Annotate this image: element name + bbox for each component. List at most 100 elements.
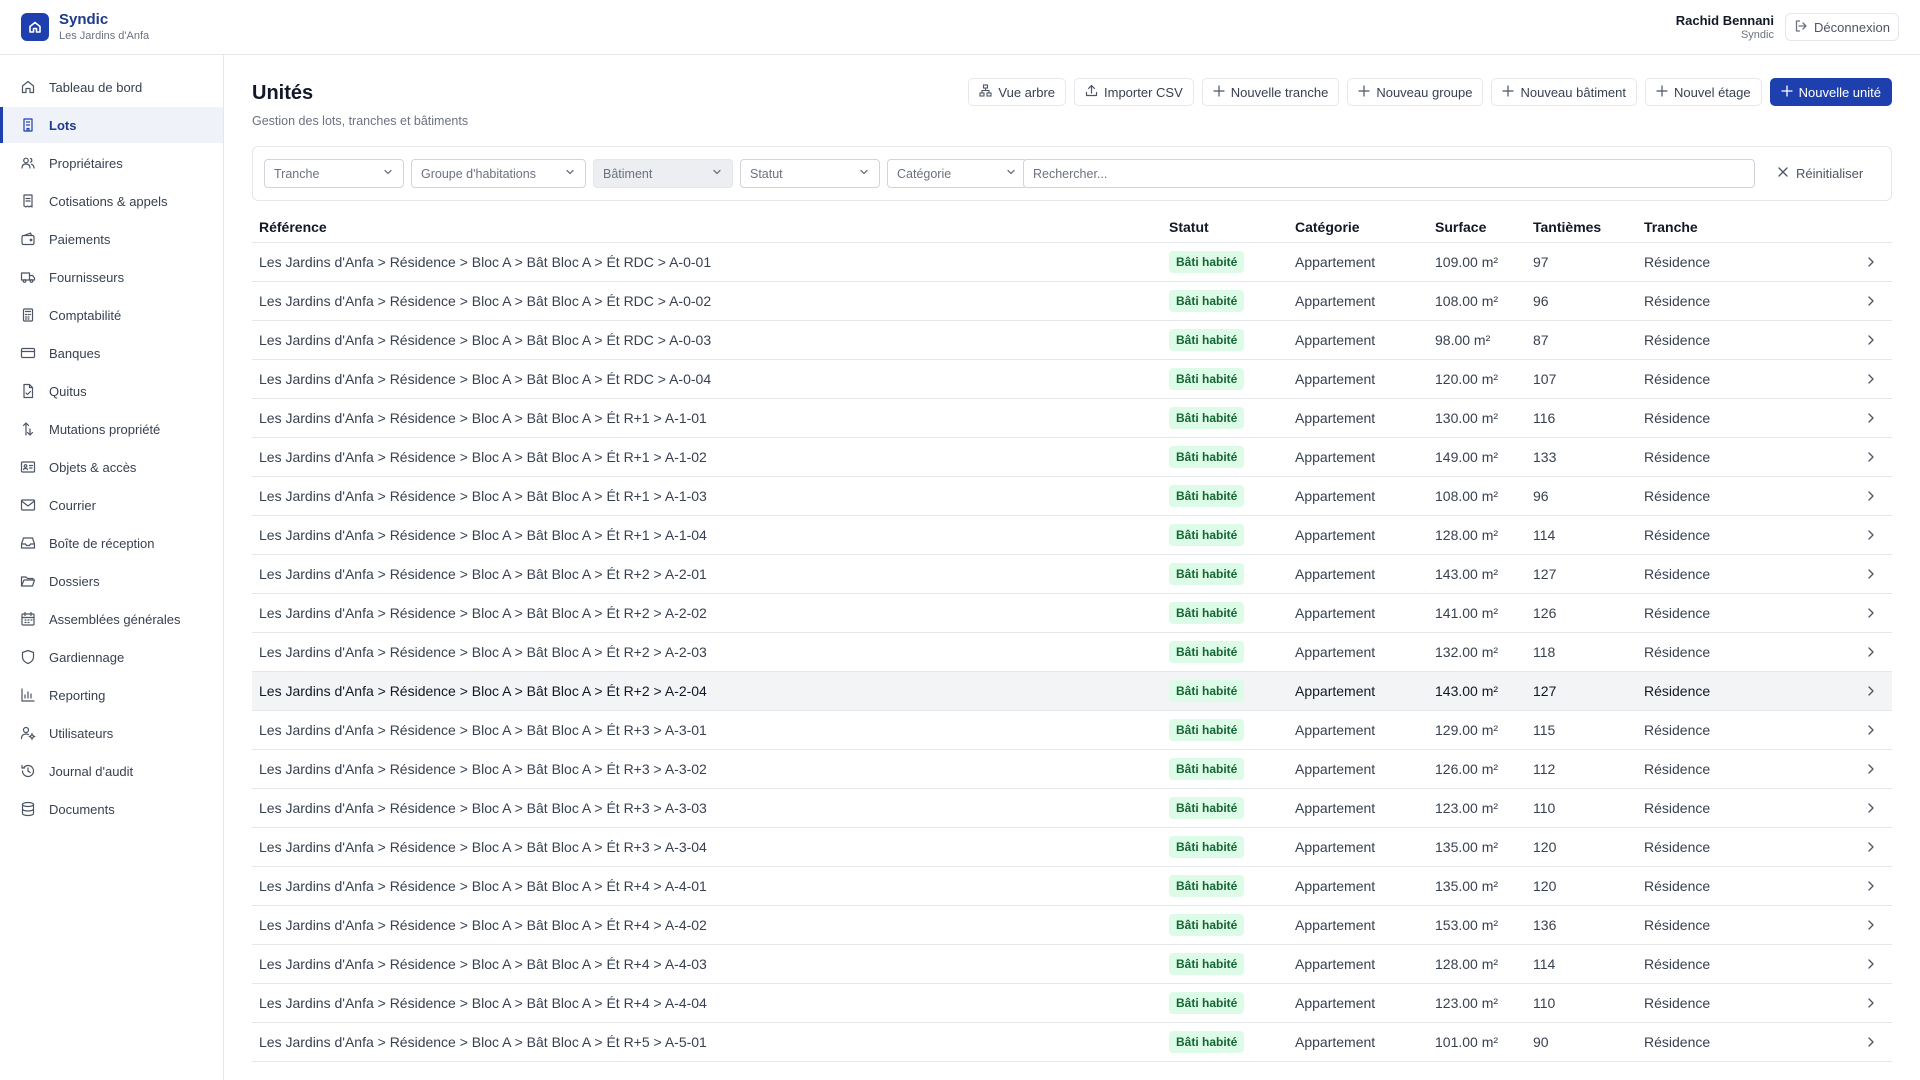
chevron-right-icon[interactable] — [1864, 1023, 1878, 1061]
chevron-right-icon[interactable] — [1864, 399, 1878, 437]
chevron-right-icon[interactable] — [1864, 282, 1878, 320]
status-badge: Bâti habité — [1169, 641, 1245, 663]
new-tranche-button[interactable]: Nouvelle tranche — [1201, 78, 1340, 106]
cell-surface: 128.00 m² — [1435, 956, 1499, 972]
sidebar-item-13[interactable]: Dossiers — [0, 563, 223, 599]
receipt-icon — [20, 193, 36, 209]
chevron-right-icon[interactable] — [1864, 438, 1878, 476]
sidebar-item-2[interactable]: Propriétaires — [0, 145, 223, 181]
logout-button[interactable]: Déconnexion — [1785, 13, 1899, 41]
sidebar-item-19[interactable]: Documents — [0, 791, 223, 827]
header-status[interactable]: Statut — [1169, 212, 1209, 242]
table-row[interactable]: Les Jardins d'Anfa > Résidence > Bloc A … — [252, 477, 1892, 516]
table-row[interactable]: Les Jardins d'Anfa > Résidence > Bloc A … — [252, 789, 1892, 828]
table-row[interactable]: Les Jardins d'Anfa > Résidence > Bloc A … — [252, 945, 1892, 984]
tree-view-button[interactable]: Vue arbre — [968, 78, 1067, 106]
chevron-right-icon[interactable] — [1864, 750, 1878, 788]
chevron-right-icon[interactable] — [1864, 594, 1878, 632]
building-select[interactable]: Bâtiment — [593, 159, 733, 188]
new-floor-button[interactable]: Nouvel étage — [1644, 78, 1762, 106]
reset-button[interactable]: Réinitialiser — [1767, 159, 1873, 188]
chevron-right-icon[interactable] — [1864, 555, 1878, 593]
table-row[interactable]: Les Jardins d'Anfa > Résidence > Bloc A … — [252, 828, 1892, 867]
sidebar-item-9[interactable]: Mutations propriété — [0, 411, 223, 447]
sidebar-item-8[interactable]: Quitus — [0, 373, 223, 409]
chevron-right-icon[interactable] — [1864, 243, 1878, 281]
chevron-right-icon[interactable] — [1864, 321, 1878, 359]
chevron-right-icon[interactable] — [1864, 477, 1878, 515]
status-badge: Bâti habité — [1169, 836, 1245, 858]
table-row[interactable]: Les Jardins d'Anfa > Résidence > Bloc A … — [252, 321, 1892, 360]
chevron-right-icon[interactable] — [1864, 633, 1878, 671]
header-surface[interactable]: Surface — [1435, 212, 1486, 242]
group-select[interactable]: Groupe d'habitations — [411, 159, 586, 188]
table-row[interactable]: Les Jardins d'Anfa > Résidence > Bloc A … — [252, 516, 1892, 555]
table-body: Les Jardins d'Anfa > Résidence > Bloc A … — [252, 243, 1892, 1062]
header-category[interactable]: Catégorie — [1295, 212, 1360, 242]
table-row[interactable]: Les Jardins d'Anfa > Résidence > Bloc A … — [252, 243, 1892, 282]
sidebar-item-label: Banques — [49, 345, 101, 361]
header-reference[interactable]: Référence — [259, 212, 327, 242]
sidebar-item-label: Comptabilité — [49, 307, 122, 323]
table-row[interactable]: Les Jardins d'Anfa > Résidence > Bloc A … — [252, 633, 1892, 672]
table-row[interactable]: Les Jardins d'Anfa > Résidence > Bloc A … — [252, 399, 1892, 438]
sidebar-item-5[interactable]: Fournisseurs — [0, 259, 223, 295]
table-row[interactable]: Les Jardins d'Anfa > Résidence > Bloc A … — [252, 1023, 1892, 1062]
table-row[interactable]: Les Jardins d'Anfa > Résidence > Bloc A … — [252, 750, 1892, 789]
sidebar-item-10[interactable]: Objets & accès — [0, 449, 223, 485]
table-row[interactable]: Les Jardins d'Anfa > Résidence > Bloc A … — [252, 555, 1892, 594]
chevron-right-icon[interactable] — [1864, 867, 1878, 905]
sidebar-item-18[interactable]: Journal d'audit — [0, 753, 223, 789]
sidebar-item-label: Dossiers — [49, 573, 100, 589]
sidebar-item-7[interactable]: Banques — [0, 335, 223, 371]
sidebar-item-12[interactable]: Boîte de réception — [0, 525, 223, 561]
table-row[interactable]: Les Jardins d'Anfa > Résidence > Bloc A … — [252, 672, 1892, 711]
file-check-icon — [20, 383, 36, 399]
new-building-button[interactable]: Nouveau bâtiment — [1491, 78, 1637, 106]
chevron-right-icon[interactable] — [1864, 360, 1878, 398]
chevron-right-icon[interactable] — [1864, 945, 1878, 983]
chevron-right-icon[interactable] — [1864, 672, 1878, 710]
sidebar-item-16[interactable]: Reporting — [0, 677, 223, 713]
building-select-label: Bâtiment — [603, 166, 653, 181]
tranche-select[interactable]: Tranche — [264, 159, 404, 188]
table-row[interactable]: Les Jardins d'Anfa > Résidence > Bloc A … — [252, 438, 1892, 477]
table-row[interactable]: Les Jardins d'Anfa > Résidence > Bloc A … — [252, 867, 1892, 906]
sidebar-item-1[interactable]: Lots — [0, 107, 223, 143]
search-input[interactable] — [1023, 159, 1755, 188]
status-select[interactable]: Statut — [740, 159, 880, 188]
table-row[interactable]: Les Jardins d'Anfa > Résidence > Bloc A … — [252, 282, 1892, 321]
chevron-right-icon[interactable] — [1864, 711, 1878, 749]
import-csv-button[interactable]: Importer CSV — [1074, 78, 1194, 106]
table-row[interactable]: Les Jardins d'Anfa > Résidence > Bloc A … — [252, 984, 1892, 1023]
chevron-right-icon[interactable] — [1864, 789, 1878, 827]
table-row[interactable]: Les Jardins d'Anfa > Résidence > Bloc A … — [252, 711, 1892, 750]
header-tranche[interactable]: Tranche — [1644, 212, 1698, 242]
new-group-button[interactable]: Nouveau groupe — [1347, 78, 1484, 106]
cell-reference: Les Jardins d'Anfa > Résidence > Bloc A … — [259, 995, 707, 1011]
chevron-right-icon[interactable] — [1864, 828, 1878, 866]
sidebar-item-0[interactable]: Tableau de bord — [0, 69, 223, 105]
sidebar-item-4[interactable]: Paiements — [0, 221, 223, 257]
category-select[interactable]: Catégorie — [887, 159, 1027, 188]
brand[interactable]: Syndic Les Jardins d'Anfa — [21, 12, 149, 42]
user-info: Rachid Bennani Syndic — [1676, 13, 1774, 42]
chevron-right-icon[interactable] — [1864, 516, 1878, 554]
home-logo-icon — [21, 13, 49, 41]
table-row[interactable]: Les Jardins d'Anfa > Résidence > Bloc A … — [252, 360, 1892, 399]
sidebar-item-11[interactable]: Courrier — [0, 487, 223, 523]
table-row[interactable]: Les Jardins d'Anfa > Résidence > Bloc A … — [252, 906, 1892, 945]
chevron-right-icon[interactable] — [1864, 984, 1878, 1022]
new-unit-button[interactable]: Nouvelle unité — [1769, 78, 1892, 106]
sidebar-item-3[interactable]: Cotisations & appels — [0, 183, 223, 219]
table-row[interactable]: Les Jardins d'Anfa > Résidence > Bloc A … — [252, 594, 1892, 633]
cell-status: Bâti habité — [1169, 399, 1245, 437]
sidebar-item-15[interactable]: Gardiennage — [0, 639, 223, 675]
cell-tantiemes: 133 — [1533, 449, 1557, 465]
cell-status: Bâti habité — [1169, 594, 1245, 632]
sidebar-item-14[interactable]: Assemblées générales — [0, 601, 223, 637]
header-tantiemes[interactable]: Tantièmes — [1533, 212, 1601, 242]
sidebar-item-6[interactable]: Comptabilité — [0, 297, 223, 333]
chevron-right-icon[interactable] — [1864, 906, 1878, 944]
sidebar-item-17[interactable]: Utilisateurs — [0, 715, 223, 751]
